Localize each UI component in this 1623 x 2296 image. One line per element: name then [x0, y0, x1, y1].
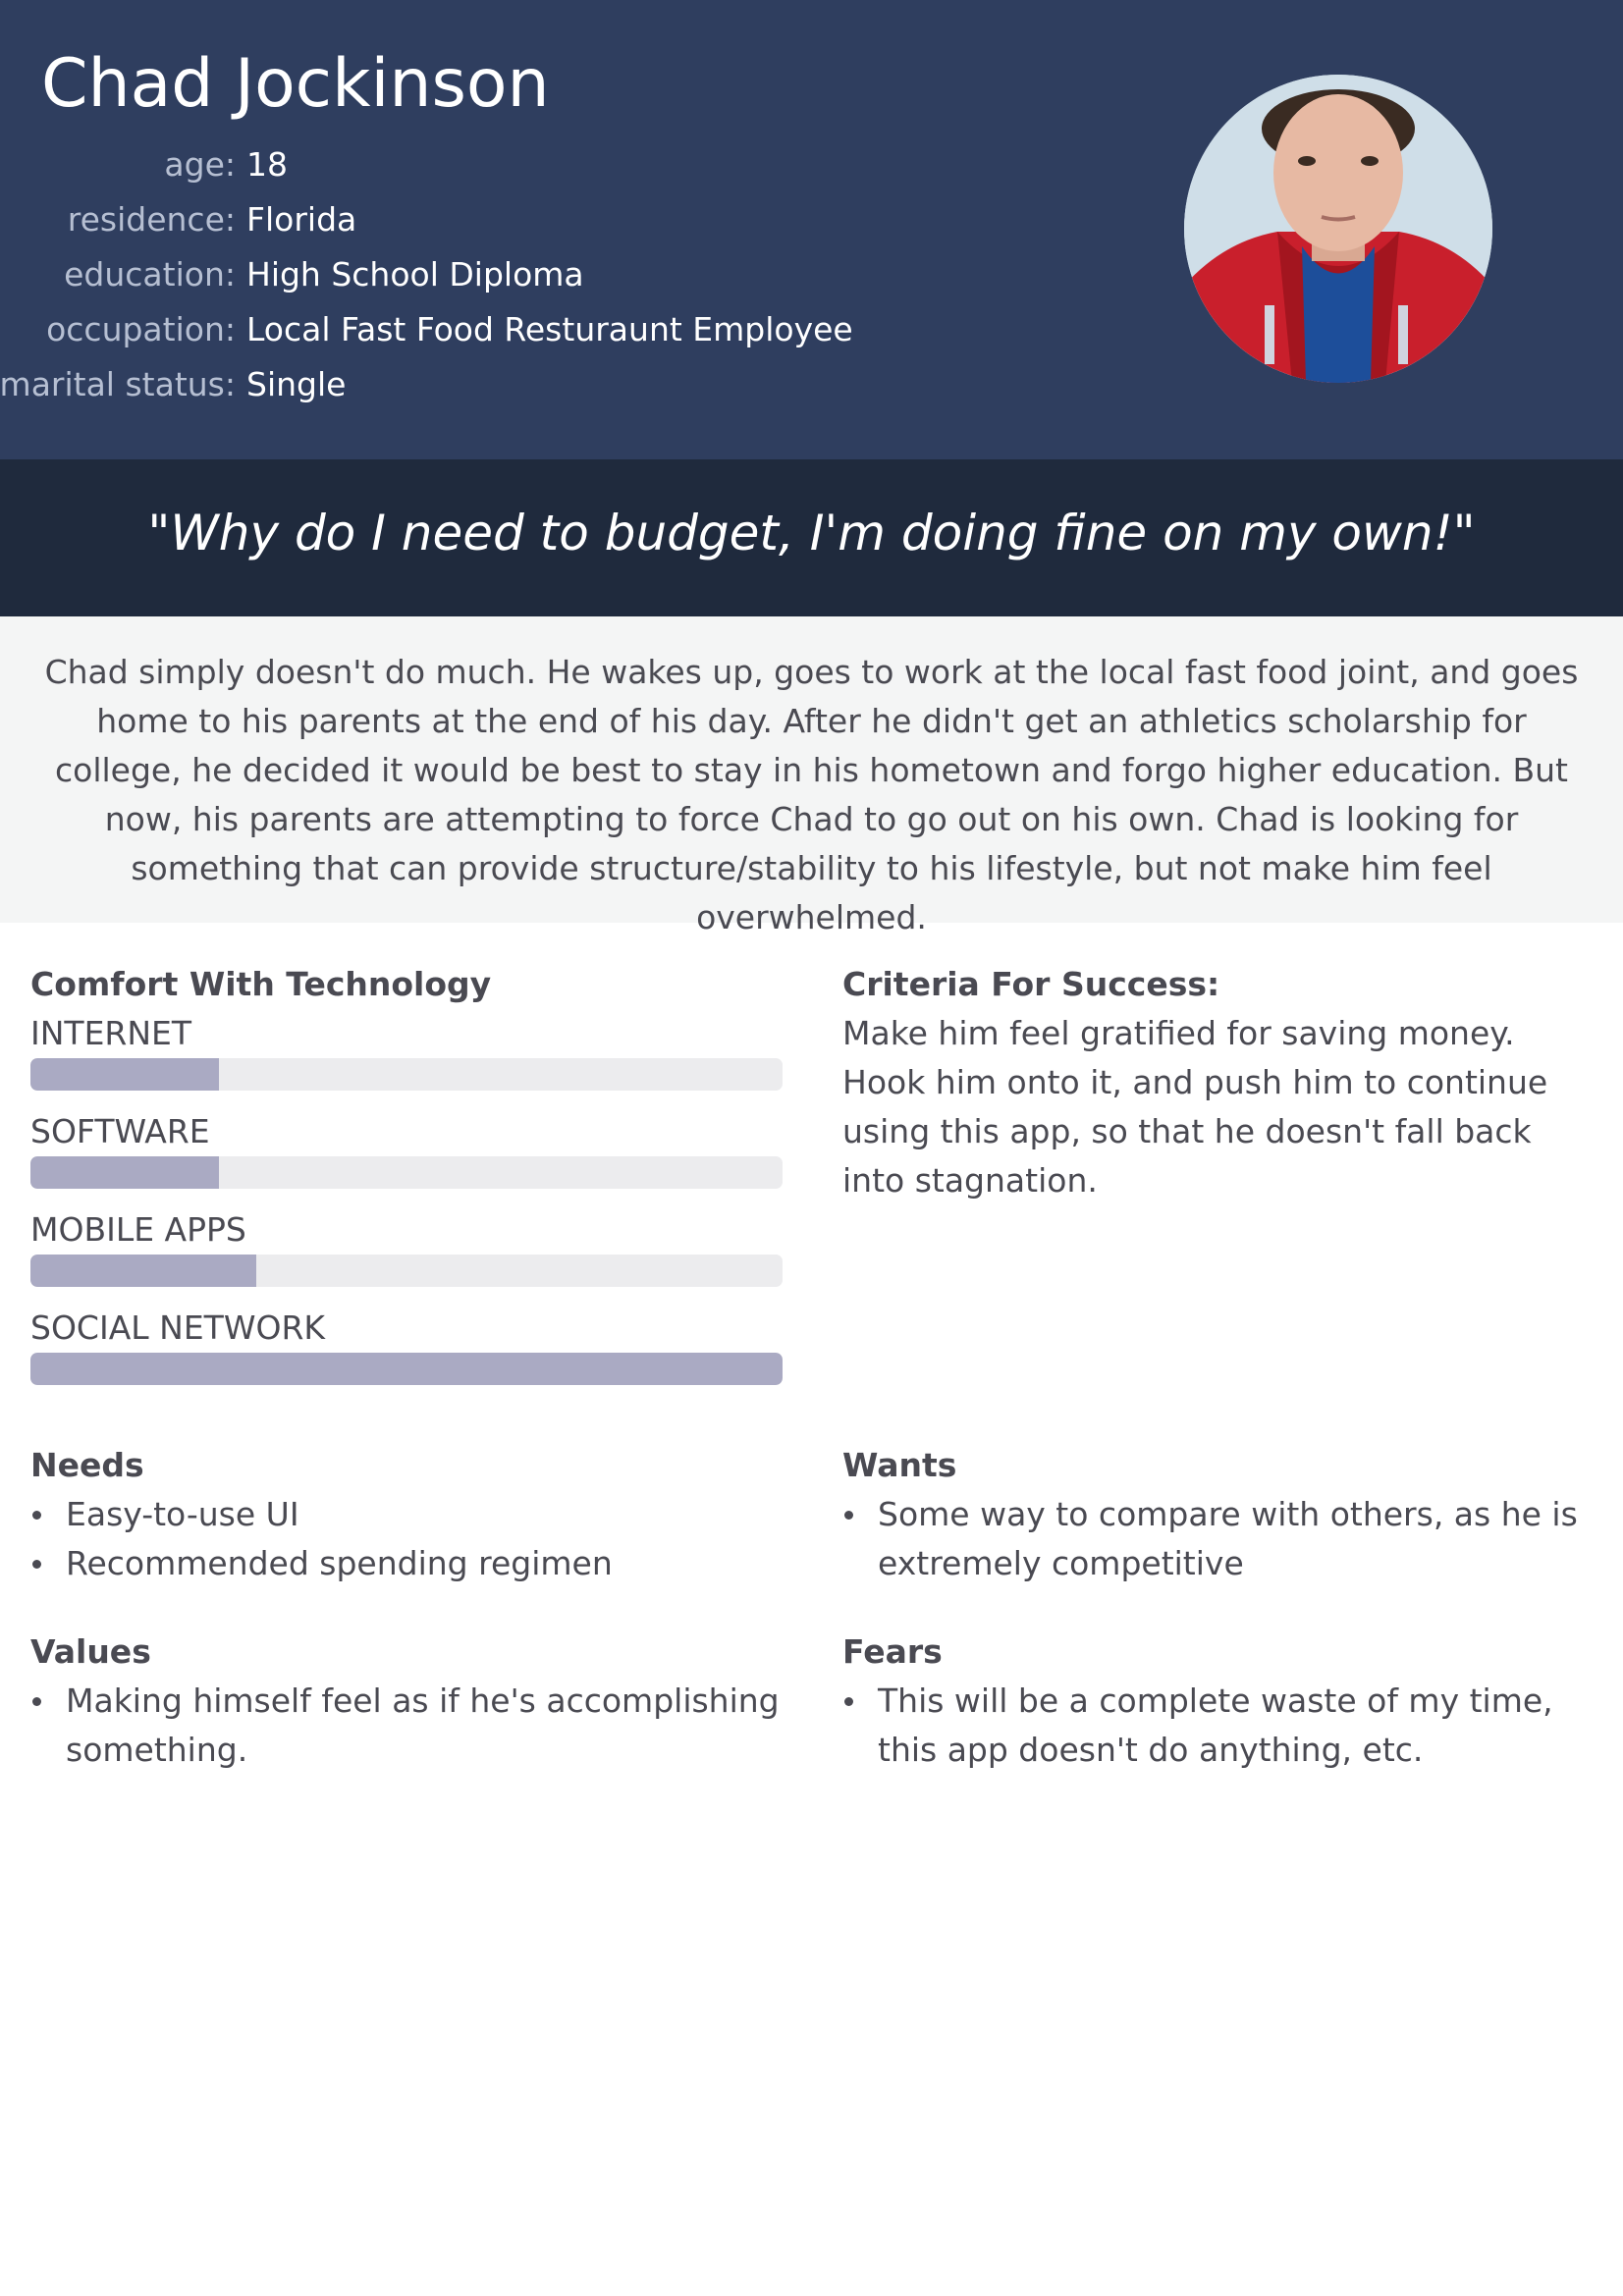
comfort-heading: Comfort With Technology — [30, 965, 492, 1003]
avatar — [1184, 75, 1492, 383]
fact-row-age: age: 18 — [0, 141, 884, 196]
fact-label: occupation: — [46, 310, 236, 348]
fact-label: marital status: — [0, 365, 236, 403]
needs-list: Easy-to-use UI Recommended spending regi… — [30, 1490, 783, 1588]
fact-value: Local Fast Food Resturaunt Employee — [246, 310, 853, 348]
fears-list: This will be a complete waste of my time… — [842, 1677, 1598, 1775]
bio-band: Chad simply doesn't do much. He wakes up… — [0, 616, 1623, 936]
list-item-text: Easy-to-use UI — [66, 1495, 299, 1533]
persona-facts: age: 18 residence: Florida education: Hi… — [0, 141, 884, 416]
list-item-text: This will be a complete waste of my time… — [878, 1682, 1553, 1769]
persona-bio: Chad simply doesn't do much. He wakes up… — [44, 653, 1579, 936]
list-item: This will be a complete waste of my time… — [842, 1677, 1598, 1775]
skill-bar-internet — [30, 1058, 783, 1091]
values-list: Making himself feel as if he's accomplis… — [30, 1677, 783, 1775]
quote-band: "Why do I need to budget, I'm doing fine… — [0, 459, 1623, 616]
fact-label: age: — [164, 145, 236, 184]
criteria-heading: Criteria For Success: — [842, 965, 1220, 1003]
values-heading: Values — [30, 1632, 151, 1671]
fears-heading: Fears — [842, 1632, 943, 1671]
persona-name: Chad Jockinson — [41, 45, 550, 123]
list-item: Easy-to-use UI — [30, 1490, 783, 1539]
skill-bar-fill — [30, 1058, 219, 1091]
persona-quote: "Why do I need to budget, I'm doing fine… — [147, 505, 1476, 561]
fact-row-marital-status: marital status: Single — [0, 361, 884, 416]
skill-bar-fill — [30, 1156, 219, 1189]
values-section: Values Making himself feel as if he's ac… — [30, 1628, 783, 1775]
list-item-text: Some way to compare with others, as he i… — [878, 1495, 1578, 1582]
list-item: Making himself feel as if he's accomplis… — [30, 1677, 783, 1775]
needs-section: Needs Easy-to-use UI Recommended spendin… — [30, 1441, 783, 1588]
skill-label-mobile-apps: MOBILE APPS — [30, 1210, 246, 1249]
bullet-icon — [32, 1511, 41, 1520]
wants-list: Some way to compare with others, as he i… — [842, 1490, 1598, 1588]
avatar-portrait-icon — [1184, 75, 1492, 383]
fact-row-residence: residence: Florida — [0, 196, 884, 251]
bullet-icon — [32, 1697, 41, 1706]
list-item: Some way to compare with others, as he i… — [842, 1490, 1598, 1588]
skill-bar-software — [30, 1156, 783, 1189]
skill-label-internet: INTERNET — [30, 1014, 192, 1052]
comfort-section: Comfort With Technology INTERNET SOFTWAR… — [30, 960, 783, 1402]
fact-value: Single — [246, 365, 347, 403]
persona-header: Chad Jockinson age: 18 residence: Florid… — [0, 0, 1623, 459]
fact-value: Florida — [246, 200, 357, 239]
skill-bar-fill — [30, 1255, 256, 1287]
list-item-text: Making himself feel as if he's accomplis… — [66, 1682, 780, 1769]
skill-label-software: SOFTWARE — [30, 1112, 210, 1150]
fact-row-education: education: High School Diploma — [0, 251, 884, 306]
needs-heading: Needs — [30, 1446, 144, 1484]
criteria-section: Criteria For Success: Make him feel grat… — [842, 960, 1598, 1205]
skill-bar-social-network — [30, 1353, 783, 1385]
list-item-text: Recommended spending regimen — [66, 1544, 613, 1582]
bullet-icon — [32, 1560, 41, 1569]
fact-label: education: — [64, 255, 236, 294]
skill-bar-fill — [30, 1353, 783, 1385]
wants-section: Wants Some way to compare with others, a… — [842, 1441, 1598, 1588]
skill-bar-mobile-apps — [30, 1255, 783, 1287]
criteria-text: Make him feel gratified for saving money… — [842, 1014, 1548, 1200]
skill-label-social-network: SOCIAL NETWORK — [30, 1308, 326, 1347]
fears-section: Fears This will be a complete waste of m… — [842, 1628, 1598, 1775]
fact-value: 18 — [246, 145, 288, 184]
bullet-icon — [844, 1697, 853, 1706]
list-item: Recommended spending regimen — [30, 1539, 783, 1588]
fact-value: High School Diploma — [246, 255, 584, 294]
fact-label: residence: — [67, 200, 236, 239]
bullet-icon — [844, 1511, 853, 1520]
wants-heading: Wants — [842, 1446, 957, 1484]
fact-row-occupation: occupation: Local Fast Food Resturaunt E… — [0, 306, 884, 361]
